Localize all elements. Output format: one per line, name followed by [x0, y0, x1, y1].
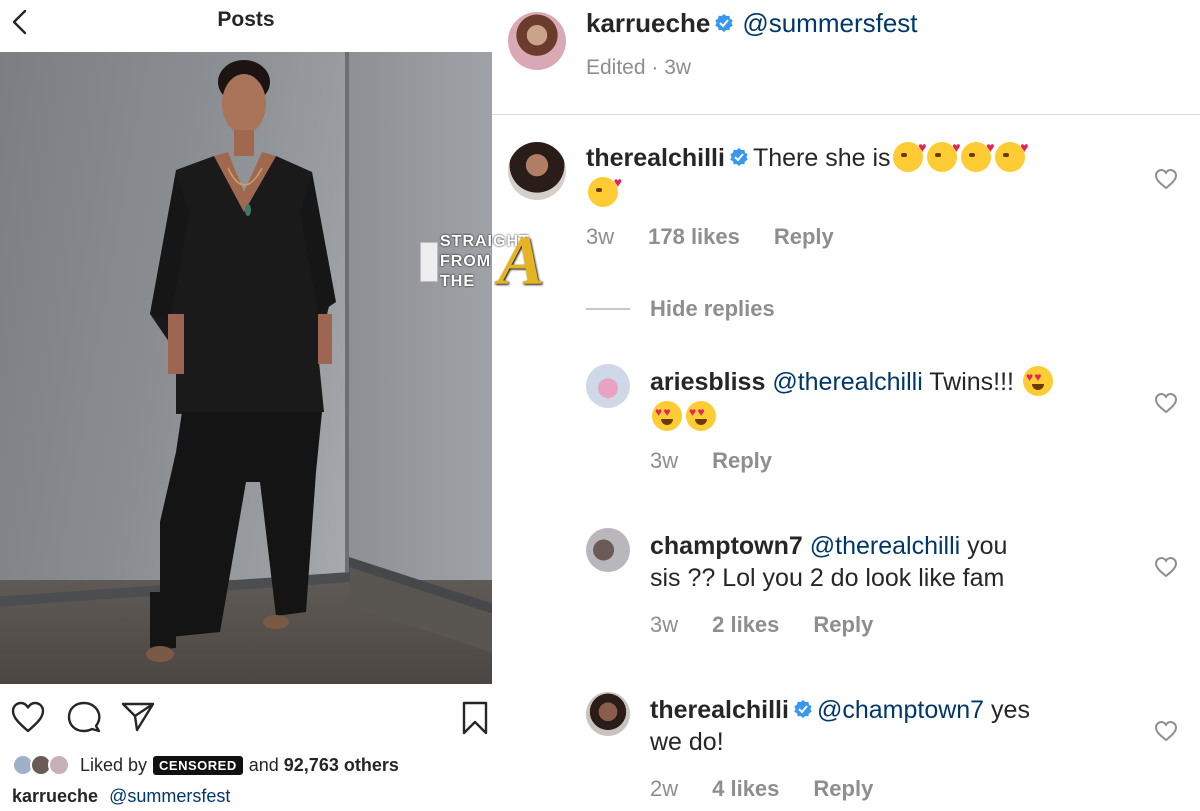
comment-meta: 3w Reply — [650, 448, 772, 474]
avatar[interactable] — [586, 528, 630, 572]
post-author: karrueche @summersfest — [586, 8, 918, 39]
divider — [492, 114, 1200, 115]
liked-and-label: and — [248, 754, 279, 775]
comment-body: There she is — [752, 144, 891, 172]
comment-body: yes — [991, 696, 1030, 724]
comment-meta: 3w 2 likes Reply — [650, 612, 873, 638]
liked-by-label: Liked by — [80, 754, 148, 775]
heart-icon[interactable] — [1154, 720, 1178, 742]
kiss-emoji-icon — [960, 140, 995, 173]
comment-mention[interactable]: @therealchilli — [772, 368, 922, 396]
comment-time: 3w — [650, 448, 679, 473]
comment-time: 3w — [586, 224, 615, 249]
comment-text: therealchilli There she is — [586, 140, 1106, 211]
liked-by-row[interactable]: Liked by CENSORED and 92,763 others — [12, 752, 399, 778]
avatar[interactable] — [508, 12, 566, 70]
comment-username[interactable]: therealchilli — [586, 144, 725, 172]
kiss-emoji-icon — [994, 140, 1029, 173]
post-meta: Edited · 3w — [586, 56, 692, 79]
hide-replies-label: Hide replies — [650, 296, 775, 321]
comment-item: therealchilli There she is 3w 178 likes R… — [508, 140, 1198, 262]
comment-username[interactable]: champtown7 — [650, 532, 803, 560]
heart-eyes-emoji-icon — [686, 400, 716, 431]
comment-body: you — [967, 532, 1008, 560]
reply-button[interactable]: Reply — [813, 612, 873, 638]
liker-avatars — [12, 752, 74, 778]
comment-username[interactable]: therealchilli — [650, 696, 789, 724]
author-mention[interactable]: @summersfest — [742, 8, 917, 38]
post-actions — [0, 696, 492, 740]
kiss-emoji-icon — [588, 175, 622, 207]
comment-likes[interactable]: 4 likes — [712, 776, 779, 802]
reply-item: ariesbliss @therealchilli Twins!!! 3w Re… — [586, 364, 1198, 484]
verified-badge-icon — [794, 700, 812, 719]
paper-plane-icon[interactable] — [120, 700, 156, 734]
page-title: Posts — [217, 8, 275, 31]
verified-badge-icon — [730, 148, 748, 167]
author-username[interactable]: karrueche — [586, 8, 710, 38]
comment-likes[interactable]: 178 likes — [648, 224, 740, 250]
avatar[interactable] — [508, 142, 566, 200]
comment-body: Twins!!! — [929, 368, 1015, 396]
avatar — [48, 754, 70, 776]
comment-time: 2w — [650, 776, 679, 801]
caption-mention[interactable]: @summersfest — [109, 786, 230, 806]
heart-icon[interactable] — [1154, 392, 1178, 414]
reply-button[interactable]: Reply — [813, 776, 873, 802]
heart-icon[interactable] — [1154, 556, 1178, 578]
hide-replies-button[interactable]: Hide replies — [586, 294, 775, 324]
comment-mention[interactable]: @therealchilli — [810, 532, 960, 560]
liked-count[interactable]: 92,763 others — [284, 755, 399, 776]
comment-time: 3w — [650, 612, 679, 637]
kiss-emoji-icon — [892, 140, 927, 173]
comments-panel: karrueche @summersfest Edited · 3w therea… — [492, 0, 1200, 811]
reply-item: therealchilli @champtown7 yes we do! 2w 4 … — [586, 692, 1198, 811]
reply-button[interactable]: Reply — [712, 448, 772, 474]
comment-meta: 3w 178 likes Reply — [586, 224, 834, 250]
kiss-emoji-icon — [926, 140, 961, 173]
comment-username[interactable]: ariesbliss — [650, 368, 765, 396]
comment-likes[interactable]: 2 likes — [712, 612, 779, 638]
heart-icon[interactable] — [1154, 168, 1178, 190]
comment-bubble-icon[interactable] — [66, 700, 102, 734]
comment-text: ariesbliss @therealchilli Twins!!! — [650, 366, 1120, 435]
avatar[interactable] — [586, 692, 630, 736]
avatar[interactable] — [586, 364, 630, 408]
caption-username[interactable]: karrueche — [12, 786, 98, 806]
bookmark-icon[interactable] — [460, 700, 490, 736]
heart-icon[interactable] — [10, 700, 46, 734]
comment-text: therealchilli @champtown7 yes we do! — [650, 694, 1120, 758]
top-bar: Posts — [0, 0, 492, 50]
person-figure — [146, 60, 336, 662]
verified-badge-icon — [715, 14, 734, 33]
heart-eyes-emoji-icon — [1022, 366, 1053, 397]
comment-text: champtown7 @therealchilli you sis ?? Lol … — [650, 530, 1120, 594]
caption: karrueche @summersfest — [12, 786, 230, 807]
comment-mention[interactable]: @champtown7 — [817, 696, 984, 724]
comment-body: sis ?? Lol you 2 do look like fam — [650, 564, 1005, 592]
reply-button[interactable]: Reply — [774, 224, 834, 250]
post-panel: Posts Liked by CENSORED and 92,763 other… — [0, 0, 492, 811]
divider — [586, 308, 630, 310]
heart-eyes-emoji-icon — [652, 400, 682, 431]
censored-badge: CENSORED — [153, 755, 243, 775]
comment-body: we do! — [650, 728, 724, 756]
post-photo[interactable] — [0, 52, 492, 684]
reply-item: champtown7 @therealchilli you sis ?? Lol … — [586, 528, 1198, 648]
comment-meta: 2w 4 likes Reply — [650, 776, 873, 802]
